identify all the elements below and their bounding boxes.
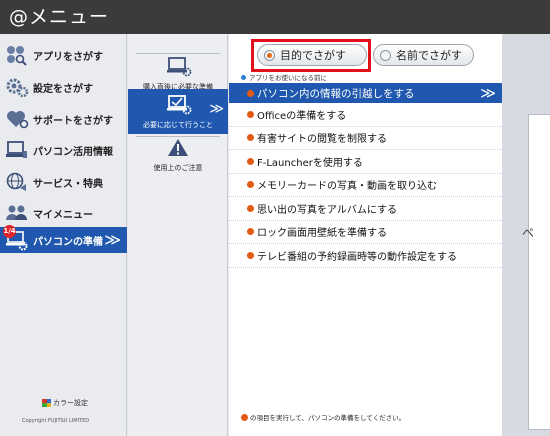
search-by-name-toggle[interactable]: 名前でさがす: [373, 44, 474, 66]
preview-text: ペ: [522, 226, 535, 240]
bullet-icon: [247, 89, 254, 97]
sidebar-item-label: パソコンの準備: [33, 236, 103, 248]
bullet-icon: [247, 228, 254, 236]
main-panel: 目的でさがす 名前でさがす アプリをお使いになる前に パソコン内の情報の引越しを…: [229, 34, 502, 436]
list-item[interactable]: Officeの準備をする: [229, 103, 502, 127]
list-item[interactable]: F-Launcherを使用する: [229, 150, 502, 174]
toggle-label: 名前でさがす: [396, 49, 462, 62]
list-item[interactable]: 思い出の写真をアルバムにする: [229, 197, 502, 221]
list-item-label: 思い出の写真をアルバムにする: [257, 204, 397, 216]
list-item-label: ロック画面用壁紙を準備する: [257, 228, 387, 240]
chevron-right-icon: ≫: [209, 101, 224, 117]
sidebar-item-pc-info[interactable]: パソコン活用情報: [0, 135, 127, 165]
subnav-item-label: 必要に応じて行うこと: [143, 121, 213, 129]
list-item-label: F-Launcherを使用する: [257, 157, 363, 169]
pc-setup-icon: [163, 56, 193, 80]
search-by-purpose-toggle[interactable]: 目的でさがす: [257, 44, 367, 66]
radio-selected-icon: [264, 49, 275, 61]
sidebar-item-services[interactable]: サービス・特典: [0, 167, 127, 197]
footnote: の項目を実行して、パソコンの準備をしてください。: [241, 412, 405, 422]
subnav-item-cautions[interactable]: 使用上のご注意: [128, 137, 228, 172]
subnav-item-as-needed[interactable]: 必要に応じて行うこと ≫: [128, 89, 228, 134]
notification-badge: 1/4: [3, 225, 16, 238]
sidebar-item-settings[interactable]: 設定をさがす: [0, 72, 127, 102]
radio-unselected-icon: [380, 49, 391, 61]
bullet-icon: [247, 251, 254, 259]
pc-check-icon: [163, 94, 193, 118]
subnav-item-label: 使用上のご注意: [153, 164, 203, 172]
list-item[interactable]: ロック画面用壁紙を準備する: [229, 221, 502, 244]
app-window: @メニュー アプリをさがす 設定をさがす サポートをさがす パソコン活用情報 サ…: [0, 0, 550, 436]
bullet-icon: [247, 204, 254, 212]
list-item-label: 有害サイトの閲覧を制限する: [257, 134, 387, 146]
bullet-icon: [247, 181, 254, 189]
people-icon: [5, 202, 29, 224]
list-item[interactable]: 有害サイトの閲覧を制限する: [229, 127, 502, 150]
sidebar-item-label: マイメニュー: [33, 209, 93, 221]
copyright: Copyright FUJITSU LIMITED: [22, 418, 90, 424]
subnav-item-initial-setup[interactable]: 購入直後に必要な準備: [128, 56, 228, 91]
sidebar-item-my-menu[interactable]: マイメニュー: [0, 198, 127, 228]
hint-label: アプリをお使いになる前に: [249, 74, 327, 82]
bullet-icon: [247, 110, 254, 118]
list-item-label: パソコン内の情報の引越しをする: [257, 87, 415, 100]
hint-text: アプリをお使いになる前に: [241, 72, 327, 82]
pc-gear-icon: 1/4: [3, 225, 29, 251]
chevron-right-icon: ≫: [480, 84, 496, 102]
preview-area: ペ: [502, 34, 550, 436]
sidebar-item-apps[interactable]: アプリをさがす: [0, 40, 127, 70]
subnav: 購入直後に必要な準備 必要に応じて行うこと ≫ 使用上のご注意: [128, 34, 228, 436]
pc-icon: [5, 139, 29, 161]
task-list: パソコン内の情報の引越しをする ≫ Officeの準備をする 有害サイトの閲覧を…: [229, 83, 502, 268]
heart-support-icon: [5, 108, 29, 130]
title-bar: @メニュー: [0, 0, 550, 34]
bullet-icon: [247, 157, 254, 165]
list-item-label: メモリーカードの写真・動画を取り込む: [257, 181, 437, 193]
sidebar-item-label: 設定をさがす: [33, 83, 93, 95]
footnote-text: の項目を実行して、パソコンの準備をしてください。: [250, 414, 406, 422]
color-setting-label: カラー設定: [53, 399, 88, 407]
list-item-label: テレビ番組の予約録画時等の動作設定をする: [257, 251, 457, 263]
list-item[interactable]: パソコン内の情報の引越しをする ≫: [229, 83, 502, 103]
chevron-right-icon: ≫: [104, 230, 121, 249]
list-item-label: Officeの準備をする: [257, 110, 347, 122]
gears-icon: [5, 76, 29, 98]
list-item[interactable]: メモリーカードの写真・動画を取り込む: [229, 174, 502, 197]
divider: [136, 53, 220, 54]
bullet-dot-icon: [241, 74, 246, 80]
sidebar-item-label: アプリをさがす: [33, 51, 103, 63]
bullet-icon: [241, 413, 248, 421]
warning-icon: [163, 137, 193, 161]
sidebar-item-support[interactable]: サポートをさがす: [0, 104, 127, 134]
list-item[interactable]: テレビ番組の予約録画時等の動作設定をする: [229, 244, 502, 268]
color-swatch-icon: [42, 399, 51, 407]
sidebar-item-label: サービス・特典: [33, 178, 103, 190]
color-setting-link[interactable]: カラー設定: [42, 398, 88, 408]
sidebar-item-pc-prep[interactable]: 1/4 パソコンの準備 ≫: [0, 225, 127, 253]
preview-panel: [528, 114, 550, 430]
bullet-icon: [247, 134, 254, 142]
apps-icon: [5, 44, 29, 66]
globe-service-icon: [5, 171, 29, 193]
sidebar: アプリをさがす 設定をさがす サポートをさがす パソコン活用情報 サービス・特典…: [0, 34, 127, 436]
toggle-label: 目的でさがす: [280, 49, 346, 62]
sidebar-item-label: サポートをさがす: [33, 115, 113, 127]
app-title: @メニュー: [9, 6, 110, 28]
sidebar-item-label: パソコン活用情報: [33, 146, 113, 158]
